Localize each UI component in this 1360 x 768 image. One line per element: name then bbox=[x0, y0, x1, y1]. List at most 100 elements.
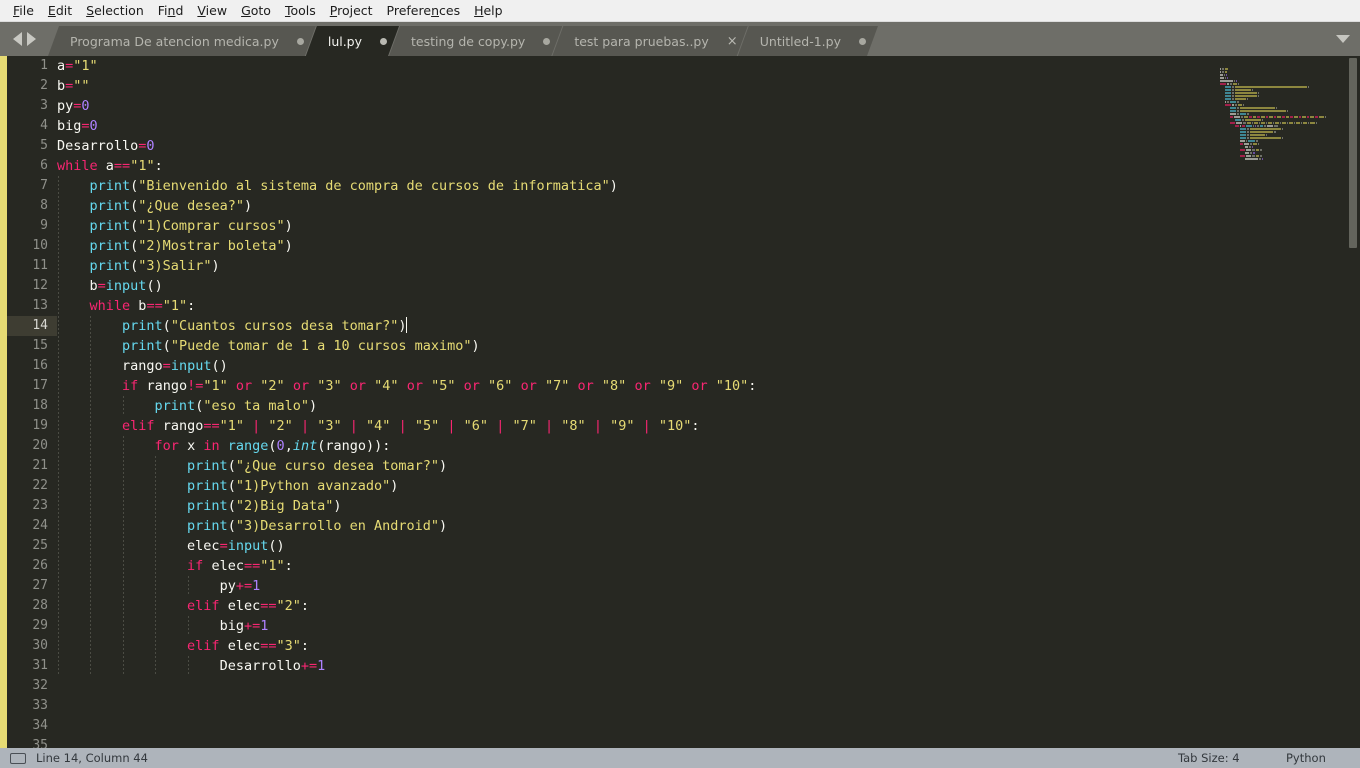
code-line[interactable]: print("Puede tomar de 1 a 10 cursos maxi… bbox=[57, 336, 1360, 356]
code-line[interactable]: Desarrollo+=1 bbox=[57, 656, 1360, 676]
menu-item-edit[interactable]: Edit bbox=[41, 0, 79, 21]
menu-item-tools[interactable]: Tools bbox=[278, 0, 323, 21]
line-number[interactable]: 32 bbox=[7, 676, 57, 696]
line-number[interactable]: 16 bbox=[7, 356, 57, 376]
line-number[interactable]: 25 bbox=[7, 536, 57, 556]
line-number[interactable]: 23 bbox=[7, 496, 57, 516]
line-number[interactable]: 2 bbox=[7, 76, 57, 96]
line-number[interactable]: 29 bbox=[7, 616, 57, 636]
menu-item-project[interactable]: Project bbox=[323, 0, 380, 21]
arrow-left-icon[interactable] bbox=[12, 32, 22, 46]
menu-item-find[interactable]: Find bbox=[151, 0, 191, 21]
line-number[interactable]: 3 bbox=[7, 96, 57, 116]
line-number[interactable]: 21 bbox=[7, 456, 57, 476]
line-number[interactable]: 7 bbox=[7, 176, 57, 196]
menu-item-help[interactable]: Help bbox=[467, 0, 510, 21]
line-number[interactable]: 18 bbox=[7, 396, 57, 416]
code-line[interactable]: if rango!="1" or "2" or "3" or "4" or "5… bbox=[57, 376, 1360, 396]
code-line[interactable]: print("¿Que curso desea tomar?") bbox=[57, 456, 1360, 476]
tab-dirty-indicator[interactable] bbox=[297, 38, 304, 45]
code-line[interactable] bbox=[57, 736, 1360, 748]
line-number[interactable]: 15 bbox=[7, 336, 57, 356]
tab-navigation-arrows[interactable] bbox=[0, 22, 48, 56]
code-line[interactable]: a="1" bbox=[57, 56, 1360, 76]
vertical-scrollbar[interactable] bbox=[1346, 56, 1360, 748]
line-number[interactable]: 17 bbox=[7, 376, 57, 396]
tab-4[interactable]: test para pruebas..py × bbox=[552, 26, 747, 56]
tab-size-label[interactable]: Tab Size: 4 bbox=[1178, 751, 1240, 765]
line-number[interactable]: 33 bbox=[7, 696, 57, 716]
code-line[interactable]: big=0 bbox=[57, 116, 1360, 136]
code-line[interactable]: print("1)Python avanzado") bbox=[57, 476, 1360, 496]
line-number[interactable]: 12 bbox=[7, 276, 57, 296]
line-number[interactable]: 6 bbox=[7, 156, 57, 176]
code-line[interactable]: for x in range(0,int(rango)): bbox=[57, 436, 1360, 456]
code-line[interactable]: elec=input() bbox=[57, 536, 1360, 556]
code-line[interactable]: elif elec=="3": bbox=[57, 636, 1360, 656]
line-number[interactable]: 4 bbox=[7, 116, 57, 136]
line-number[interactable]: 9 bbox=[7, 216, 57, 236]
code-line[interactable] bbox=[57, 716, 1360, 736]
code-line[interactable]: elif elec=="2": bbox=[57, 596, 1360, 616]
line-number[interactable]: 5 bbox=[7, 136, 57, 156]
line-number[interactable]: 8 bbox=[7, 196, 57, 216]
code-line[interactable]: print("1)Comprar cursos") bbox=[57, 216, 1360, 236]
code-line[interactable]: print("3)Desarrollo en Android") bbox=[57, 516, 1360, 536]
code-line[interactable]: print("Cuantos cursos desa tomar?") bbox=[57, 316, 1360, 336]
code-line[interactable]: print("Bienvenido al sistema de compra d… bbox=[57, 176, 1360, 196]
line-number[interactable]: 13 bbox=[7, 296, 57, 316]
code-line[interactable]: rango=input() bbox=[57, 356, 1360, 376]
menu-item-preferences[interactable]: Preferences bbox=[380, 0, 468, 21]
line-number[interactable]: 35 bbox=[7, 736, 57, 748]
line-number[interactable]: 26 bbox=[7, 556, 57, 576]
menu-item-file[interactable]: File bbox=[6, 0, 41, 21]
code-line[interactable] bbox=[57, 696, 1360, 716]
line-number[interactable]: 10 bbox=[7, 236, 57, 256]
code-text-area[interactable]: a="1" b="" py=0 big=0 Desarrollo=0 while a=="… bbox=[57, 56, 1360, 748]
line-number[interactable]: 34 bbox=[7, 716, 57, 736]
tab-3[interactable]: testing de copy.py bbox=[389, 26, 562, 56]
code-line[interactable]: print("2)Big Data") bbox=[57, 496, 1360, 516]
menu-item-selection[interactable]: Selection bbox=[79, 0, 151, 21]
code-line[interactable]: print("3)Salir") bbox=[57, 256, 1360, 276]
tab-2[interactable]: lul.py bbox=[306, 26, 399, 56]
code-line[interactable]: elif rango=="1" | "2" | "3" | "4" | "5" … bbox=[57, 416, 1360, 436]
line-number[interactable]: 27 bbox=[7, 576, 57, 596]
code-line[interactable]: b=input() bbox=[57, 276, 1360, 296]
line-number[interactable]: 30 bbox=[7, 636, 57, 656]
arrow-right-icon[interactable] bbox=[26, 32, 36, 46]
close-icon[interactable]: × bbox=[727, 35, 736, 48]
code-line[interactable]: if elec=="1": bbox=[57, 556, 1360, 576]
code-line[interactable]: big+=1 bbox=[57, 616, 1360, 636]
line-number[interactable]: 24 bbox=[7, 516, 57, 536]
code-line[interactable]: while b=="1": bbox=[57, 296, 1360, 316]
line-number[interactable]: 20 bbox=[7, 436, 57, 456]
code-line[interactable]: print("¿Que desea?") bbox=[57, 196, 1360, 216]
cursor-position-label[interactable]: Line 14, Column 44 bbox=[36, 751, 148, 765]
menu-item-goto[interactable]: Goto bbox=[234, 0, 278, 21]
line-number[interactable]: 22 bbox=[7, 476, 57, 496]
line-number[interactable]: 31 bbox=[7, 656, 57, 676]
tab-dirty-indicator[interactable] bbox=[380, 38, 387, 45]
code-line[interactable]: py=0 bbox=[57, 96, 1360, 116]
tab-dirty-indicator[interactable] bbox=[859, 38, 866, 45]
line-number[interactable]: 19 bbox=[7, 416, 57, 436]
code-line[interactable] bbox=[57, 676, 1360, 696]
line-number[interactable]: 14 bbox=[7, 316, 57, 336]
scrollbar-thumb[interactable] bbox=[1349, 58, 1357, 248]
tab-1[interactable]: Programa De atencion medica.py bbox=[48, 26, 316, 56]
language-mode-label[interactable]: Python bbox=[1286, 751, 1326, 765]
code-line[interactable]: print("2)Mostrar boleta") bbox=[57, 236, 1360, 256]
tab-dirty-indicator[interactable] bbox=[543, 38, 550, 45]
line-number[interactable]: 11 bbox=[7, 256, 57, 276]
code-line[interactable]: while a=="1": bbox=[57, 156, 1360, 176]
line-number-gutter[interactable]: 1 2 3 4 5 6 7 8 9 10 11 12 13 14 15 16 17 18 19 20 21 22 23 24 2… bbox=[7, 56, 57, 748]
code-line[interactable]: print("eso ta malo") bbox=[57, 396, 1360, 416]
tab-5[interactable]: Untitled-1.py bbox=[738, 26, 878, 56]
console-panel-icon[interactable] bbox=[10, 752, 26, 764]
code-line[interactable]: Desarrollo=0 bbox=[57, 136, 1360, 156]
line-number[interactable]: 28 bbox=[7, 596, 57, 616]
menu-item-view[interactable]: View bbox=[190, 0, 234, 21]
tab-overflow-menu-button[interactable] bbox=[1326, 22, 1360, 56]
code-line[interactable]: py+=1 bbox=[57, 576, 1360, 596]
